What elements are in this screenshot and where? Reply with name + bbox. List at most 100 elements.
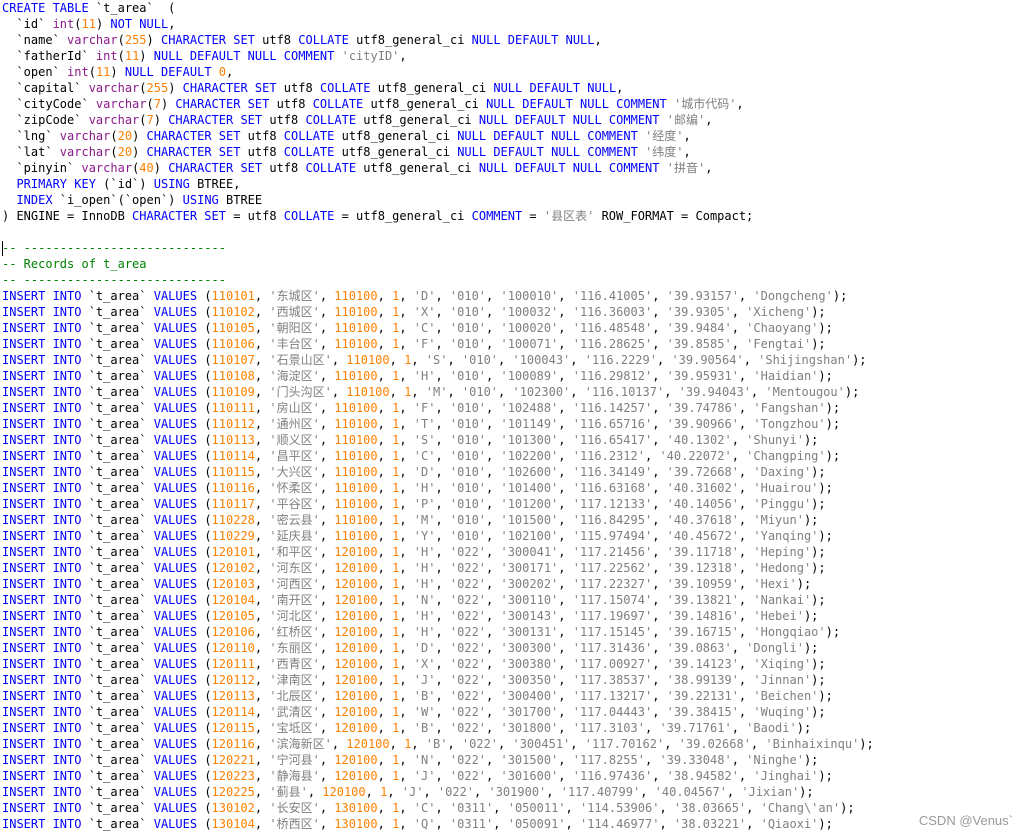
code-line[interactable]: INSERT INTO `t_area` VALUES (120112, '津南… (2, 672, 1023, 688)
code-line[interactable] (2, 224, 1023, 240)
code-line[interactable]: PRIMARY KEY (`id`) USING BTREE, (2, 176, 1023, 192)
code-line[interactable]: `pinyin` varchar(40) CHARACTER SET utf8 … (2, 160, 1023, 176)
code-token: , (399, 465, 414, 479)
code-line[interactable]: `cityCode` varchar(7) CHARACTER SET utf8… (2, 96, 1023, 112)
code-line[interactable]: INSERT INTO `t_area` VALUES (120115, '宝坻… (2, 720, 1023, 736)
code-token: , (652, 417, 667, 431)
sql-editor[interactable]: CREATE TABLE `t_area` ( `id` int(11) NOT… (2, 0, 1023, 832)
code-line[interactable]: INSERT INTO `t_area` VALUES (110111, '房山… (2, 400, 1023, 416)
code-token: , (254, 401, 270, 415)
code-line[interactable]: `fatherId` int(11) NULL DEFAULT NULL COM… (2, 48, 1023, 64)
code-token: ) (2, 209, 17, 223)
code-line[interactable]: -- ---------------------------- (2, 272, 1023, 288)
code-line[interactable]: INSERT INTO `t_area` VALUES (130104, '桥西… (2, 816, 1023, 832)
code-token: 'D' (413, 289, 436, 303)
code-line[interactable]: INSERT INTO `t_area` VALUES (130102, '长安… (2, 800, 1023, 816)
code-token: `t_area` (81, 609, 154, 623)
code-token: , (558, 481, 573, 495)
code-token: , (738, 529, 754, 543)
code-line[interactable]: `zipCode` varchar(7) CHARACTER SET utf8 … (2, 112, 1023, 128)
code-line[interactable]: INSERT INTO `t_area` VALUES (120114, '武清… (2, 704, 1023, 720)
code-token: NULL DEFAULT (124, 65, 212, 79)
code-line[interactable]: INDEX `i_open`(`open`) USING BTREE (2, 192, 1023, 208)
code-line[interactable]: `lng` varchar(20) CHARACTER SET utf8 COL… (2, 128, 1023, 144)
code-token: 'B' (413, 721, 436, 735)
code-token: CREATE TABLE (2, 1, 89, 15)
code-token: , (486, 289, 501, 303)
code-line[interactable]: INSERT INTO `t_area` VALUES (120225, '蓟县… (2, 784, 1023, 800)
code-line[interactable]: INSERT INTO `t_area` VALUES (120104, '南开… (2, 592, 1023, 608)
code-line[interactable]: INSERT INTO `t_area` VALUES (120111, '西青… (2, 656, 1023, 672)
code-token: 110100 (346, 385, 390, 399)
code-line[interactable]: INSERT INTO `t_area` VALUES (120110, '东丽… (2, 640, 1023, 656)
code-line[interactable]: INSERT INTO `t_area` VALUES (110108, '海淀… (2, 368, 1023, 384)
code-token: ( (110, 145, 118, 159)
code-line[interactable]: INSERT INTO `t_area` VALUES (120106, '红桥… (2, 624, 1023, 640)
code-token: `fatherId` (2, 49, 96, 63)
code-token: 110107 (211, 353, 255, 367)
code-line[interactable]: INSERT INTO `t_area` VALUES (110115, '大兴… (2, 464, 1023, 480)
code-line[interactable]: INSERT INTO `t_area` VALUES (110107, '石景… (2, 352, 1023, 368)
code-line[interactable]: INSERT INTO `t_area` VALUES (110102, '西城… (2, 304, 1023, 320)
code-token: 120100 (334, 561, 378, 575)
code-token: , (731, 721, 747, 735)
code-token: '39.9484' (666, 321, 732, 335)
code-token: VALUES (153, 609, 198, 623)
code-line[interactable]: INSERT INTO `t_area` VALUES (120116, '滨海… (2, 736, 1023, 752)
code-line[interactable]: `lat` varchar(20) CHARACTER SET utf8 COL… (2, 144, 1023, 160)
code-token: ( (197, 737, 212, 751)
code-token: , (738, 513, 754, 527)
code-line[interactable]: INSERT INTO `t_area` VALUES (120221, '宁河… (2, 752, 1023, 768)
code-line[interactable]: `name` varchar(255) CHARACTER SET utf8 C… (2, 32, 1023, 48)
code-line[interactable]: INSERT INTO `t_area` VALUES (110228, '密云… (2, 512, 1023, 528)
code-line[interactable]: INSERT INTO `t_area` VALUES (110113, '顺义… (2, 432, 1023, 448)
code-line[interactable]: CREATE TABLE `t_area` ( (2, 0, 1023, 16)
code-token: , (319, 337, 335, 351)
code-token: '滨海新区' (269, 737, 332, 751)
code-token: 'Fengtai' (746, 337, 812, 351)
code-token: , (435, 497, 450, 511)
code-token: '010' (461, 353, 499, 367)
code-token: '宝坻区' (269, 721, 320, 735)
code-token: 'Haidian' (753, 369, 819, 383)
code-token: INSERT INTO (2, 737, 82, 751)
code-token: , (558, 321, 573, 335)
code-token: '南开区' (269, 593, 320, 607)
code-line[interactable]: INSERT INTO `t_area` VALUES (110117, '平谷… (2, 496, 1023, 512)
code-line[interactable]: `id` int(11) NOT NULL, (2, 16, 1023, 32)
code-token: '朝阳区' (269, 321, 320, 335)
code-line[interactable]: ) ENGINE = InnoDB CHARACTER SET = utf8 C… (2, 208, 1023, 224)
code-line[interactable]: `open` int(11) NULL DEFAULT 0, (2, 64, 1023, 80)
code-line[interactable]: INSERT INTO `t_area` VALUES (110112, '通州… (2, 416, 1023, 432)
code-line[interactable]: INSERT INTO `t_area` VALUES (120103, '河西… (2, 576, 1023, 592)
code-token: '密云县' (269, 513, 320, 527)
code-line[interactable]: `capital` varchar(255) CHARACTER SET utf… (2, 80, 1023, 96)
code-line[interactable]: INSERT INTO `t_area` VALUES (110116, '怀柔… (2, 480, 1023, 496)
code-token: , (683, 129, 691, 143)
code-token: '100010' (500, 289, 559, 303)
code-line[interactable]: INSERT INTO `t_area` VALUES (110114, '昌平… (2, 448, 1023, 464)
code-token: 110111 (211, 401, 255, 415)
code-line[interactable]: INSERT INTO `t_area` VALUES (110106, '丰台… (2, 336, 1023, 352)
code-token: 120105 (211, 609, 255, 623)
code-token: 'Dongcheng' (753, 289, 833, 303)
code-line[interactable]: INSERT INTO `t_area` VALUES (110229, '延庆… (2, 528, 1023, 544)
code-line[interactable]: INSERT INTO `t_area` VALUES (120101, '和平… (2, 544, 1023, 560)
code-line[interactable]: INSERT INTO `t_area` VALUES (120105, '河北… (2, 608, 1023, 624)
code-line[interactable]: INSERT INTO `t_area` VALUES (120223, '静海… (2, 768, 1023, 784)
code-token: '022' (449, 753, 487, 767)
code-token: , (377, 705, 393, 719)
code-line[interactable]: INSERT INTO `t_area` VALUES (120113, '北辰… (2, 688, 1023, 704)
code-line[interactable]: -- ---------------------------- (2, 240, 1023, 256)
code-line[interactable]: -- Records of t_area (2, 256, 1023, 272)
code-token: '39.71761' (659, 721, 732, 735)
code-line[interactable]: INSERT INTO `t_area` VALUES (120102, '河东… (2, 560, 1023, 576)
code-token: `lng` (2, 129, 60, 143)
code-token: int (67, 65, 89, 79)
code-token: , (652, 433, 667, 447)
code-token: 'Miyun' (753, 513, 804, 527)
code-token: , (389, 385, 405, 399)
code-line[interactable]: INSERT INTO `t_area` VALUES (110109, '门头… (2, 384, 1023, 400)
code-line[interactable]: INSERT INTO `t_area` VALUES (110105, '朝阳… (2, 320, 1023, 336)
code-line[interactable]: INSERT INTO `t_area` VALUES (110101, '东城… (2, 288, 1023, 304)
